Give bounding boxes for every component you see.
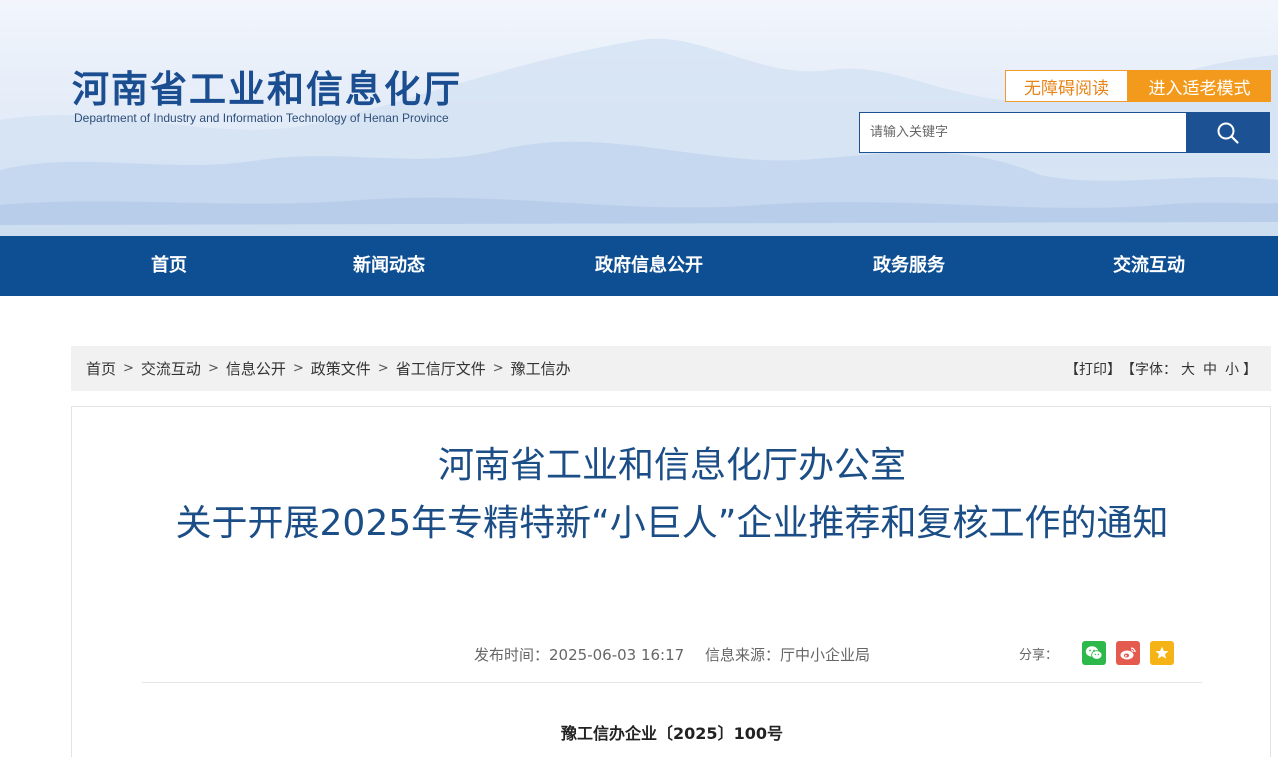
font-size-suffix: 】: [1243, 361, 1257, 378]
document-number: 豫工信办企业〔2025〕100号: [561, 724, 783, 743]
share-bar: 分享：: [1019, 641, 1174, 665]
font-large-button[interactable]: 大: [1181, 359, 1195, 379]
breadcrumb-policy-docs[interactable]: 政策文件: [311, 358, 371, 379]
article-panel: 河南省工业和信息化厅办公室 关于开展2025年专精特新“小巨人”企业推荐和复核工…: [71, 406, 1271, 757]
search-icon: [1217, 122, 1239, 144]
accessibility-reading-button[interactable]: 无障碍阅读: [1005, 70, 1128, 102]
breadcrumb-bar: 首页 > 交流互动 > 信息公开 > 政策文件 > 省工信厅文件 > 豫工信办 …: [71, 346, 1271, 391]
breadcrumb-separator: >: [292, 361, 304, 376]
font-size-label: 【字体：: [1121, 361, 1177, 378]
nav-item-news[interactable]: 新闻动态: [353, 236, 425, 296]
nav-item-services[interactable]: 政务服务: [873, 236, 945, 296]
main-nav: 首页 新闻动态 政府信息公开 政务服务 交流互动: [0, 236, 1278, 296]
wechat-share-button[interactable]: [1082, 641, 1106, 665]
search-button[interactable]: [1186, 112, 1270, 153]
weibo-share-button[interactable]: [1116, 641, 1140, 665]
page-tools: 【打印】 【字体： 大 中 小 】: [1065, 346, 1257, 391]
article-title-line1: 河南省工业和信息化厅办公室: [437, 445, 906, 486]
nav-item-interaction[interactable]: 交流互动: [1113, 236, 1185, 296]
article-title-line2: 关于开展2025年专精特新“小巨人”企业推荐和复核工作的通知: [175, 503, 1169, 544]
favorite-share-button[interactable]: [1150, 641, 1174, 665]
nav-item-home[interactable]: 首页: [151, 236, 187, 296]
meta-divider: [142, 682, 1202, 683]
article-meta: 发布时间：2025-06-03 16:17 信息来源：厅中小企业局 分享：: [142, 641, 1202, 666]
breadcrumb: 首页 > 交流互动 > 信息公开 > 政策文件 > 省工信厅文件 > 豫工信办: [86, 346, 571, 391]
font-small-button[interactable]: 小: [1225, 359, 1239, 379]
site-title[interactable]: 河南省工业和信息化厅: [72, 66, 462, 114]
publish-time: 发布时间：2025-06-03 16:17: [474, 646, 685, 664]
breadcrumb-dept-docs[interactable]: 省工信厅文件: [396, 358, 486, 379]
breadcrumb-separator: >: [123, 361, 134, 376]
elder-mode-button[interactable]: 进入适老模式: [1128, 70, 1271, 102]
breadcrumb-separator: >: [377, 361, 389, 376]
nav-item-gov-info[interactable]: 政府信息公开: [595, 236, 703, 296]
header-banner: 河南省工业和信息化厅 Department of Industry and In…: [0, 0, 1278, 236]
breadcrumb-separator: >: [207, 361, 219, 376]
star-icon: [1155, 646, 1169, 659]
breadcrumb-current[interactable]: 豫工信办: [511, 358, 571, 379]
breadcrumb-separator: >: [492, 361, 504, 376]
share-label: 分享：: [1018, 647, 1058, 663]
print-button[interactable]: 【打印】: [1065, 359, 1121, 379]
search-input[interactable]: [859, 112, 1187, 153]
site-subtitle: Department of Industry and Information T…: [74, 111, 449, 125]
info-source: 信息来源：厅中小企业局: [704, 646, 870, 664]
breadcrumb-home[interactable]: 首页: [86, 358, 116, 379]
article-title: 河南省工业和信息化厅办公室 关于开展2025年专精特新“小巨人”企业推荐和复核工…: [142, 437, 1202, 553]
weibo-icon: [1120, 647, 1136, 660]
font-medium-button[interactable]: 中: [1203, 359, 1217, 379]
breadcrumb-info-disclosure[interactable]: 信息公开: [226, 358, 286, 379]
breadcrumb-interaction[interactable]: 交流互动: [141, 358, 201, 379]
wechat-icon: [1085, 646, 1103, 660]
